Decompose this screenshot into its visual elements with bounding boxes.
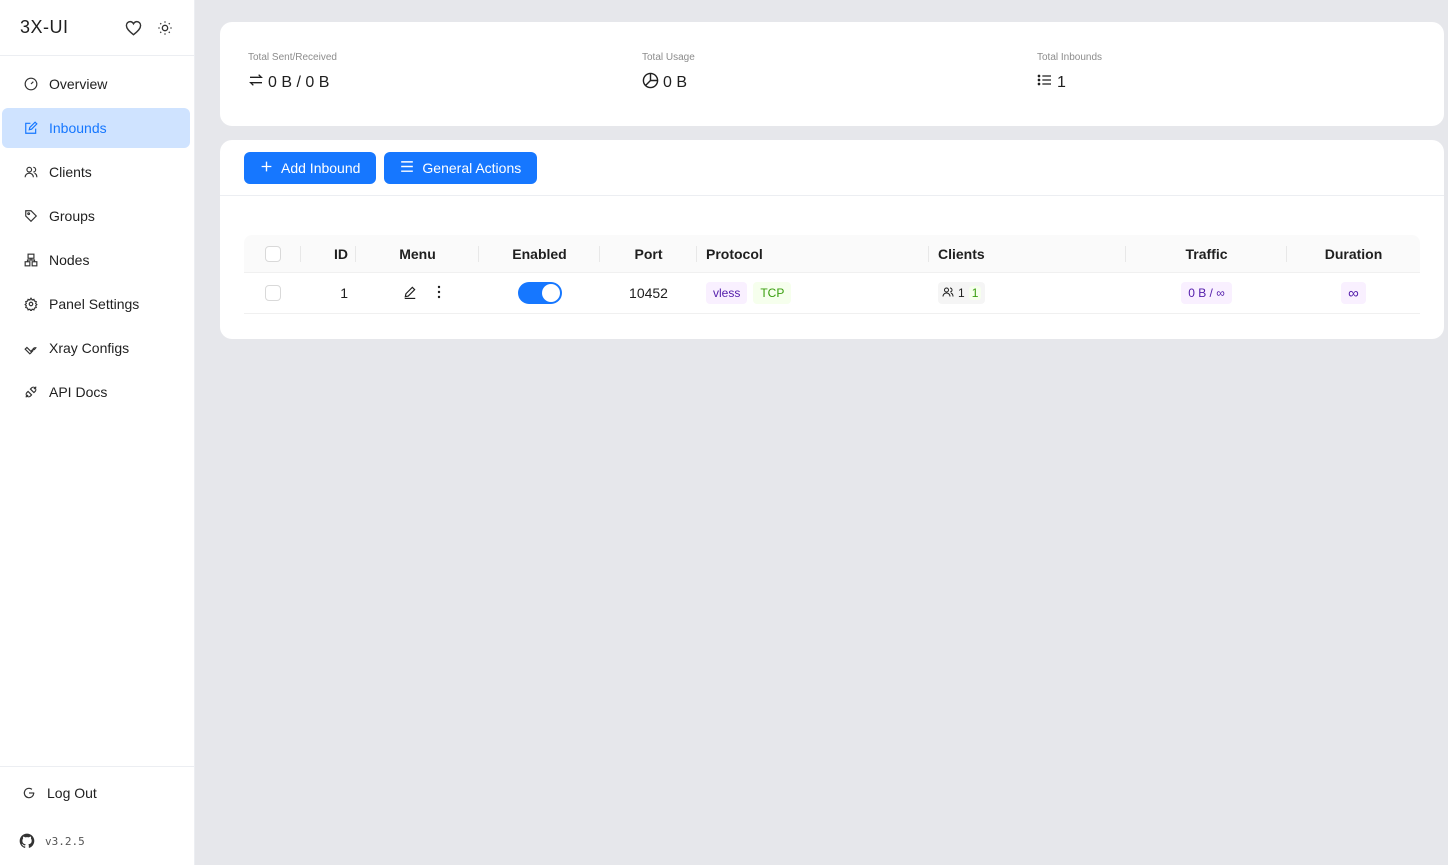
clients-active: 1 (968, 286, 982, 300)
row-port: 10452 (629, 285, 668, 301)
sidebar-item-api-docs[interactable]: API Docs (2, 372, 190, 412)
enabled-toggle[interactable] (517, 282, 562, 304)
sidebar-item-overview[interactable]: Overview (2, 64, 190, 104)
sidebar-item-label: API Docs (49, 384, 108, 400)
brand-header: 3X-UI (0, 0, 194, 56)
add-inbound-label: Add Inbound (281, 159, 361, 176)
edit-icon[interactable] (403, 285, 417, 302)
sidebar: 3X-UI Overview Inbounds Clients Groups N… (0, 0, 195, 865)
header-clients: Clients (929, 235, 1126, 272)
dashboard-icon (24, 77, 38, 91)
toolbar: Add Inbound General Actions (220, 140, 1444, 196)
stat-value: 0 B / 0 B (268, 73, 330, 91)
sidebar-item-clients[interactable]: Clients (2, 152, 190, 192)
stat-label: Total Inbounds (1037, 52, 1103, 63)
logout-label: Log Out (47, 785, 97, 801)
sidebar-menu: Overview Inbounds Clients Groups Nodes P… (0, 56, 194, 412)
table-row: 1 10452 vless TCP 1 1 0 B / ∞ ∞ (244, 273, 1420, 314)
sidebar-item-panel-settings[interactable]: Panel Settings (2, 284, 190, 324)
add-inbound-button[interactable]: Add Inbound (244, 151, 377, 184)
header-enabled: Enabled (479, 235, 600, 272)
sidebar-item-nodes[interactable]: Nodes (2, 240, 190, 280)
pie-chart-icon (642, 72, 659, 94)
stat-label: Total Usage (642, 52, 695, 63)
version-info: v3.2.5 (0, 817, 194, 865)
github-icon[interactable] (19, 833, 35, 849)
stats-card: Total Sent/Received 0 B / 0 B Total Usag… (220, 22, 1444, 126)
app-title: 3X-UI (20, 17, 69, 37)
sidebar-item-label: Clients (49, 164, 92, 180)
inbounds-card: Add Inbound General Actions ID Menu Enab… (220, 140, 1444, 339)
gear-icon (24, 297, 38, 311)
header-traffic: Traffic (1126, 235, 1287, 272)
stat-inbounds: Total Inbounds 1 (1037, 52, 1102, 93)
header-protocol: Protocol (697, 235, 929, 272)
inbounds-table: ID Menu Enabled Port Protocol Clients Tr… (244, 235, 1420, 314)
select-all-checkbox[interactable] (264, 245, 281, 262)
cluster-icon (24, 253, 38, 267)
row-checkbox[interactable] (264, 285, 281, 301)
logout-button[interactable]: Log Out (0, 769, 194, 817)
sidebar-item-label: Panel Settings (49, 296, 140, 312)
sidebar-item-inbounds[interactable]: Inbounds (2, 108, 190, 148)
heart-icon[interactable] (124, 19, 142, 37)
sun-icon[interactable] (156, 19, 174, 37)
header-id: ID (301, 235, 356, 272)
users-icon (24, 165, 38, 179)
stat-value: 1 (1057, 73, 1066, 91)
stat-label: Total Sent/Received (248, 52, 337, 63)
plus-icon (260, 160, 273, 176)
sidebar-item-label: Nodes (49, 252, 90, 268)
row-id: 1 (340, 285, 348, 301)
header-duration: Duration (1324, 245, 1383, 262)
clients-total: 1 (958, 286, 965, 300)
general-actions-button[interactable]: General Actions (384, 151, 538, 184)
header-port: Port (600, 235, 697, 272)
general-actions-label: General Actions (422, 159, 522, 176)
table-header: ID Menu Enabled Port Protocol Clients Tr… (244, 235, 1420, 273)
sidebar-item-groups[interactable]: Groups (2, 196, 190, 236)
protocol-tag: vless (706, 282, 748, 304)
stat-usage: Total Usage 0 B (642, 52, 695, 94)
swap-icon (248, 72, 264, 93)
duration-tag: ∞ (1341, 282, 1366, 304)
logout-icon (22, 786, 36, 800)
tag-icon (24, 209, 38, 223)
edit-square-icon (24, 121, 38, 135)
users-icon (942, 286, 954, 301)
sidebar-footer: Log Out v3.2.5 (0, 766, 194, 865)
stat-value: 0 B (663, 74, 688, 91)
sidebar-item-label: Groups (49, 208, 95, 224)
traffic-tag: 0 B / ∞ (1181, 282, 1232, 304)
transport-tag: TCP (753, 282, 792, 304)
api-icon (24, 385, 38, 399)
menu-icon (400, 160, 414, 176)
list-icon (1037, 72, 1053, 93)
sidebar-item-label: Overview (49, 76, 108, 92)
more-vertical-icon[interactable] (437, 285, 441, 302)
wrench-icon (24, 341, 38, 355)
version-text: v3.2.5 (45, 834, 85, 848)
sidebar-item-label: Inbounds (49, 120, 107, 136)
header-menu: Menu (356, 235, 479, 272)
stat-sent-received: Total Sent/Received 0 B / 0 B (248, 52, 337, 93)
sidebar-item-xray-configs[interactable]: Xray Configs (2, 328, 190, 368)
clients-badge[interactable]: 1 1 (938, 282, 986, 304)
sidebar-item-label: Xray Configs (49, 340, 130, 356)
